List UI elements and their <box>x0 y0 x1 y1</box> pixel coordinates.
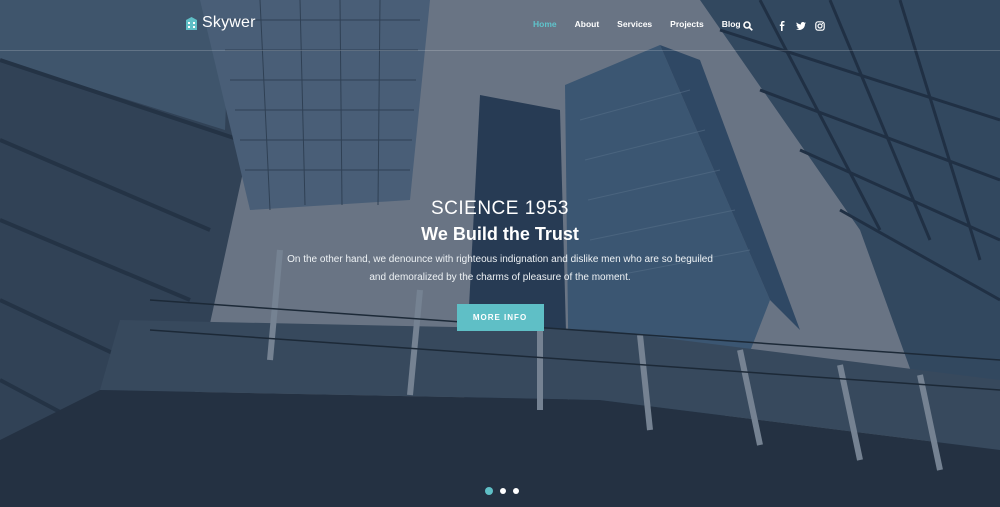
nav-item-home[interactable]: Home <box>533 19 557 29</box>
nav-item-about[interactable]: About <box>575 19 600 29</box>
site-logo[interactable]: Skywer <box>186 14 256 32</box>
slider-dot-1[interactable] <box>485 487 493 495</box>
nav-item-blog[interactable]: Blog <box>722 19 741 29</box>
nav-icon-group <box>743 18 825 31</box>
hero-content: SCIENCE 1953 We Build the Trust On the o… <box>0 198 1000 331</box>
hero-description: On the other hand, we denounce with righ… <box>287 254 713 283</box>
hero-subtitle: SCIENCE 1953 <box>430 198 569 219</box>
hero-section: Skywer Home About Services Projects Blog <box>0 0 1000 507</box>
slider-pagination <box>485 487 519 495</box>
slider-dot-2[interactable] <box>500 488 506 494</box>
more-info-button[interactable]: MORE INFO <box>456 304 544 331</box>
slider-dot-3[interactable] <box>513 488 519 494</box>
nav-item-projects[interactable]: Projects <box>670 19 704 29</box>
main-nav: Home About Services Projects Blog <box>533 19 759 29</box>
brand-name: Skywer <box>202 14 256 31</box>
nav-item-services[interactable]: Services <box>617 19 652 29</box>
facebook-icon[interactable] <box>777 18 787 31</box>
search-icon[interactable] <box>743 18 753 31</box>
instagram-icon[interactable] <box>815 18 825 31</box>
top-navbar: Skywer Home About Services Projects Blog <box>0 0 1000 51</box>
building-logo-icon <box>186 16 197 30</box>
twitter-icon[interactable] <box>796 18 806 30</box>
hero-title: We Build the Trust <box>421 224 579 244</box>
